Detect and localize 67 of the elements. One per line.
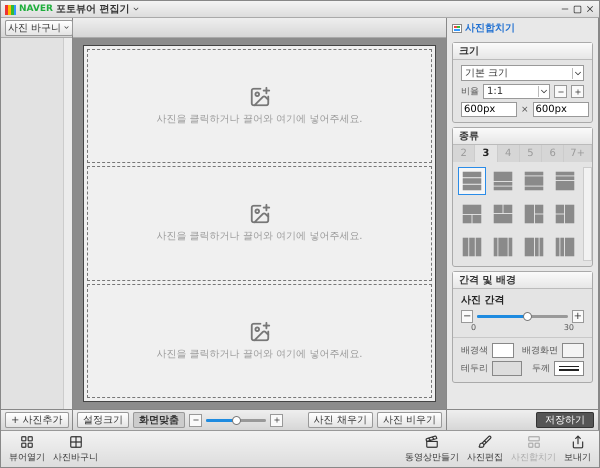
section-title: 종류 [453, 128, 592, 145]
ratio-dropdown[interactable]: 1:1 [483, 84, 550, 99]
add-image-icon [248, 203, 270, 226]
window-title: 포토뷰어 편집기 [56, 3, 130, 16]
layout-option[interactable] [458, 167, 486, 195]
thickness-label: 두께 [532, 363, 550, 375]
slot-hint: 사진을 클릭하거나 끌어와 여기에 넣어주세요. [156, 113, 362, 126]
count-tab[interactable]: 3 [475, 145, 498, 162]
slot-hint: 사진을 클릭하거나 끌어와 여기에 넣어주세요. [156, 230, 362, 244]
brand-logo: NAVER [19, 4, 53, 14]
slot-hint: 사진을 클릭하거나 끌어와 여기에 넣어주세요. [156, 348, 362, 361]
section-title: 크기 [453, 43, 592, 60]
fill-photos-button[interactable]: 사진 채우기 [308, 412, 373, 428]
toolbar-icon [425, 434, 439, 448]
view-button[interactable]: 설정크기 [77, 412, 129, 428]
caret-icon [538, 86, 549, 97]
panel-title: 사진합치기 [465, 22, 515, 35]
slider-track[interactable] [206, 418, 266, 422]
border-picker[interactable] [492, 361, 522, 376]
toolbar-button[interactable]: 보내기 [560, 434, 595, 464]
clear-photos-button[interactable]: 사진 비우기 [376, 412, 442, 428]
toolbar-icon [478, 434, 492, 448]
background-image-label: 배경화면 [522, 345, 558, 357]
background-color-picker[interactable] [492, 343, 514, 358]
add-photo-button[interactable]: + 사진추가 [5, 412, 69, 428]
view-button[interactable]: 화면맞춤 [133, 412, 185, 428]
zoom-in-icon[interactable] [270, 414, 283, 426]
slider-max: 30 [564, 323, 574, 332]
line-thickness-icon [559, 364, 579, 372]
section-title: 간격 및 배경 [453, 272, 592, 289]
app-logo-icon [5, 4, 16, 14]
add-image-icon [248, 320, 270, 343]
slider-thumb[interactable] [232, 416, 241, 424]
toolbar-button[interactable]: 동영상만들기 [401, 434, 463, 464]
spacing-label: 사진 간격 [461, 294, 506, 307]
minus-button[interactable]: − [461, 310, 474, 323]
thickness-picker[interactable] [554, 361, 584, 376]
zoom-out-icon[interactable] [189, 414, 202, 426]
collage-icon [452, 24, 462, 32]
size-preset-dropdown[interactable]: 기본 크기 [461, 65, 584, 81]
toolbar-button[interactable]: 사진편집 [463, 434, 507, 464]
toolbar-icon [526, 434, 540, 448]
border-label: 테두리 [461, 363, 488, 375]
toolbar-button[interactable]: 뷰어열기 [5, 434, 49, 464]
caret-icon[interactable] [132, 5, 140, 13]
close-icon[interactable] [585, 4, 595, 14]
ratio-label: 비율 [461, 86, 479, 98]
times-sign: × [521, 104, 529, 114]
toolbar-icon [570, 434, 584, 448]
toolbar-button[interactable]: 사진바구니 [49, 434, 102, 464]
width-field[interactable]: 600px [461, 102, 517, 117]
maximize-icon[interactable] [573, 4, 582, 14]
add-image-icon [248, 86, 270, 108]
scrollbar[interactable] [583, 167, 592, 261]
toolbar-icon [20, 434, 34, 448]
slider-track[interactable] [477, 315, 568, 318]
toolbar-icon [68, 434, 82, 448]
slider-min: 0 [471, 323, 476, 332]
save-button[interactable]: 저장하기 [536, 412, 594, 428]
scrollbar[interactable] [63, 38, 72, 409]
caret-icon [63, 24, 70, 31]
caret-icon [572, 68, 583, 78]
plus-button[interactable]: + [572, 310, 584, 323]
basket-dropdown[interactable]: 사진 바구니 [5, 20, 74, 36]
background-color-label: 배경색 [461, 345, 488, 357]
slider-thumb[interactable] [523, 312, 532, 321]
height-field[interactable]: 600px [532, 102, 589, 117]
